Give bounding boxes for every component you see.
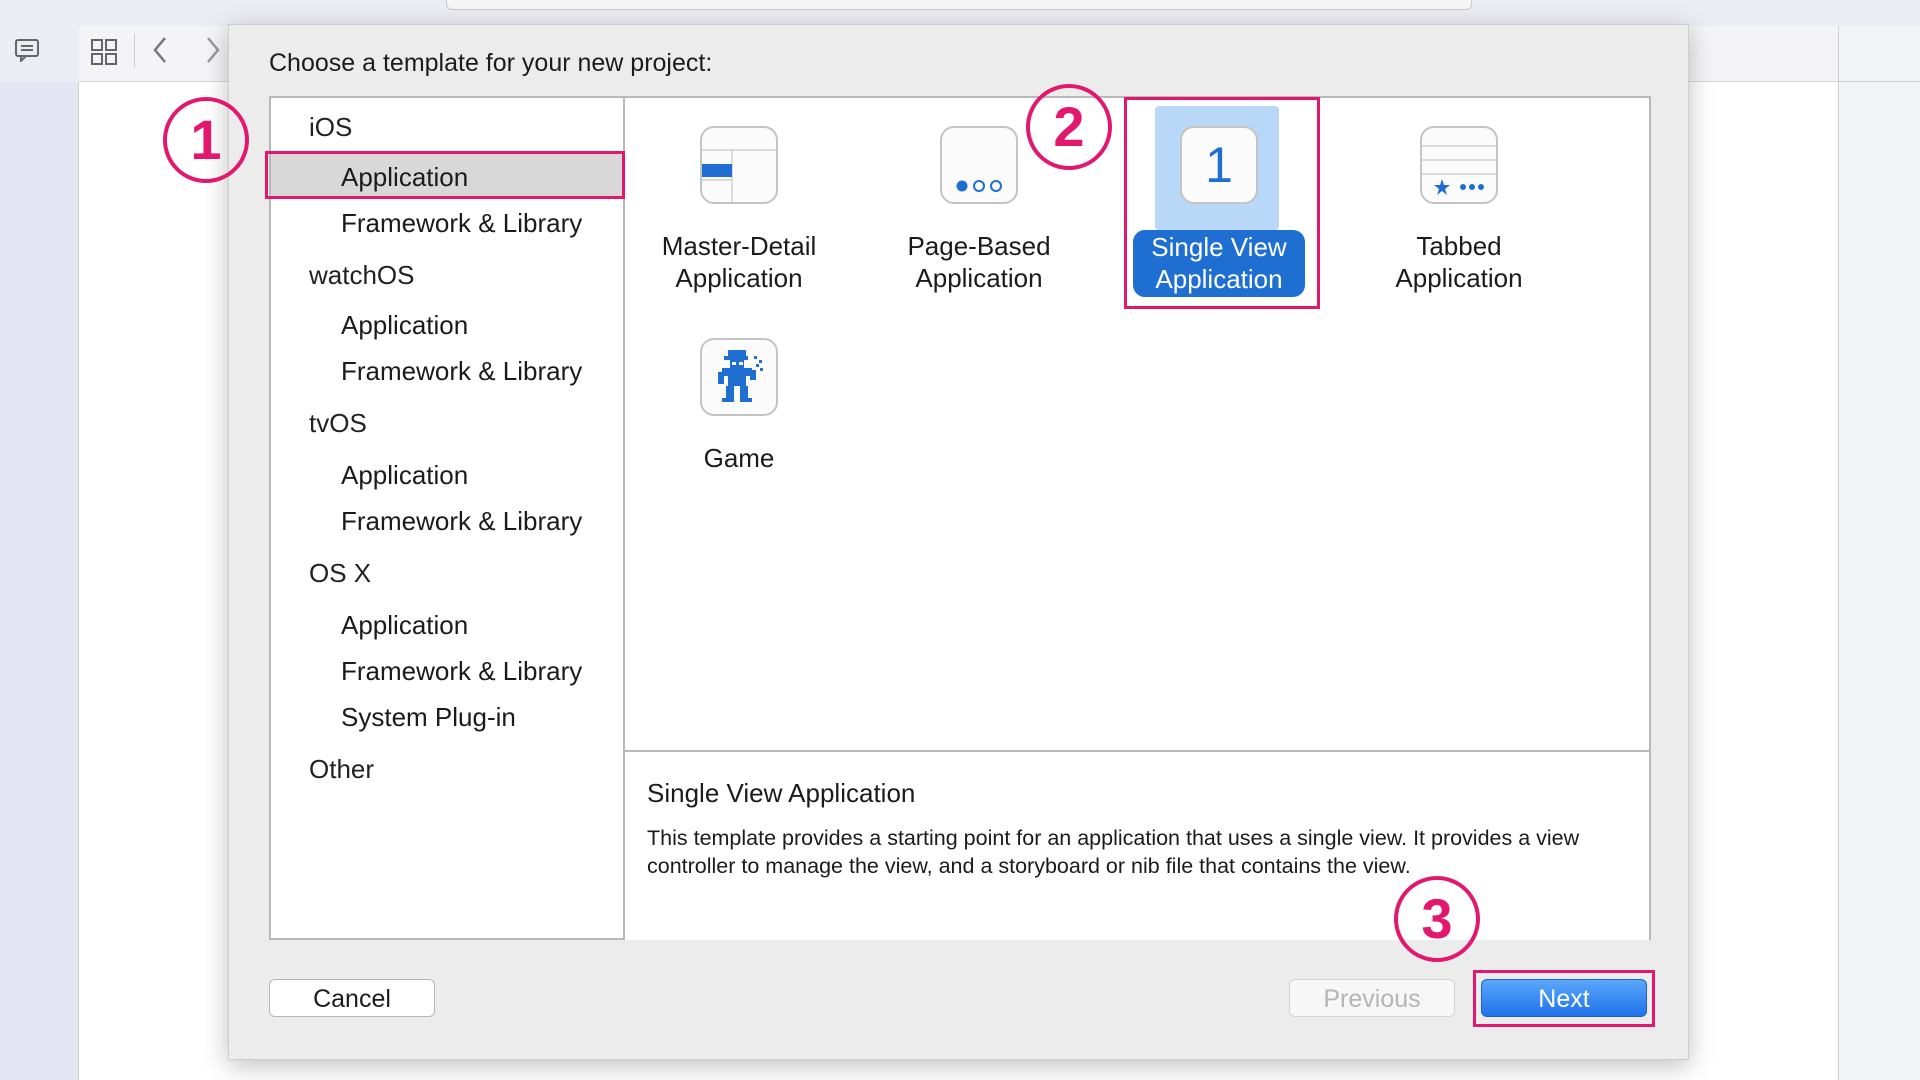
chevron-left-icon[interactable] <box>150 34 170 72</box>
template-tabbed[interactable]: Tabbed Application <box>1354 126 1564 294</box>
annotation-box-next <box>1473 970 1655 1027</box>
sidebar-item-tvos-application[interactable]: Application <box>341 460 468 491</box>
template-label: Application <box>675 263 803 293</box>
sidebar-header-tvos: tvOS <box>309 408 367 438</box>
annotation-step-1: 1 <box>163 97 249 183</box>
template-label: Master-Detail <box>661 231 817 261</box>
description-title: Single View Application <box>647 778 916 808</box>
page-based-icon <box>940 126 1018 204</box>
template-chooser: iOS Application Framework & Library watc… <box>269 96 1651 940</box>
tabbed-icon <box>1420 126 1498 204</box>
sidebar-item-osx-framework[interactable]: Framework & Library <box>341 656 582 687</box>
sidebar-item-other[interactable]: Other <box>309 754 374 785</box>
chevron-right-icon[interactable] <box>203 34 223 72</box>
previous-button[interactable]: Previous <box>1289 979 1455 1017</box>
sidebar-header-ios: iOS <box>309 112 353 142</box>
template-description: Single View Application This template pr… <box>625 750 1649 940</box>
svg-text:1: 1 <box>190 108 221 171</box>
related-items-icon[interactable] <box>90 38 118 71</box>
sheet-title: Choose a template for your new project: <box>269 49 713 77</box>
svg-text:2: 2 <box>1053 95 1084 158</box>
game-icon <box>700 338 778 416</box>
sidebar-item-tvos-framework[interactable]: Framework & Library <box>341 506 582 537</box>
sidebar-header-watchos: watchOS <box>309 260 415 290</box>
sidebar-item-watchos-framework[interactable]: Framework & Library <box>341 356 582 387</box>
sidebar-header-osx: OS X <box>309 558 372 588</box>
template-label: Application <box>915 263 1043 293</box>
divider <box>1839 81 1920 82</box>
annotation-step-2: 2 <box>1026 84 1112 170</box>
comment-icon[interactable] <box>14 38 40 66</box>
annotation-box-template <box>1124 97 1320 309</box>
sidebar-item-watchos-application[interactable]: Application <box>341 310 468 341</box>
utilities-panel <box>1839 26 1920 1080</box>
svg-text:3: 3 <box>1421 887 1452 950</box>
template-label: Page-Based <box>907 231 1051 261</box>
master-detail-icon <box>700 126 778 204</box>
annotation-box-sidebar <box>265 151 625 199</box>
cancel-button[interactable]: Cancel <box>269 979 435 1017</box>
template-game[interactable]: Game <box>634 338 844 474</box>
platform-sidebar: iOS Application Framework & Library watc… <box>271 98 625 938</box>
toolbar-separator <box>134 34 135 68</box>
annotation-step-3: 3 <box>1394 876 1480 962</box>
navigator-strip <box>0 82 79 1080</box>
description-text: This template provides a starting point … <box>647 826 1580 878</box>
sidebar-item-osx-application[interactable]: Application <box>341 610 468 641</box>
sidebar-item-osx-plugin[interactable]: System Plug-in <box>341 702 516 733</box>
template-label: Game <box>703 443 775 473</box>
template-label: Tabbed <box>1416 231 1502 261</box>
template-label: Application <box>1395 263 1523 293</box>
template-master-detail[interactable]: Master-Detail Application <box>634 126 844 294</box>
sidebar-item-ios-framework[interactable]: Framework & Library <box>341 208 582 239</box>
toolbar-field <box>446 0 1472 10</box>
